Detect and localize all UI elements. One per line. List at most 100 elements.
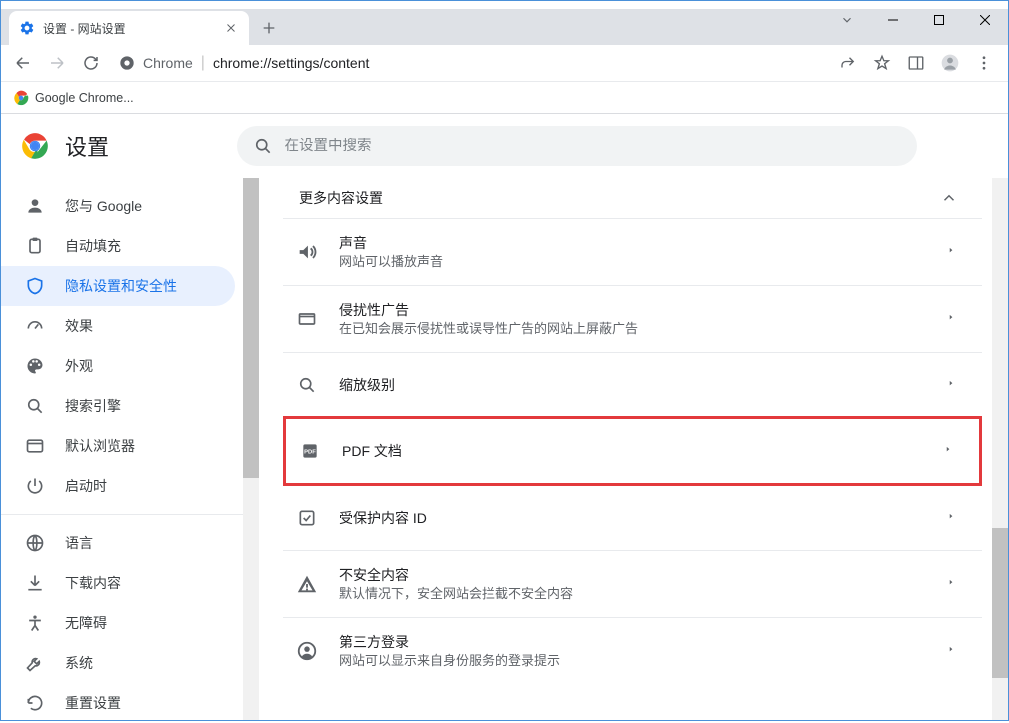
sidebar-item-autofill[interactable]: 自动填充 [1, 226, 235, 266]
chevron-right-icon [949, 644, 958, 658]
chevron-right-icon [949, 577, 958, 591]
clipboard-icon [25, 236, 45, 256]
sidebar-item-label: 无障碍 [65, 613, 107, 633]
sidebar-item-label: 语言 [65, 533, 93, 553]
setting-title: PDF 文档 [342, 441, 926, 461]
chevron-down-icon[interactable] [824, 5, 870, 35]
sidebar-item-privacy-security[interactable]: 隐私设置和安全性 [1, 266, 235, 306]
content-scrollbar[interactable] [992, 178, 1008, 720]
search-input[interactable] [285, 138, 901, 154]
wrench-icon [25, 653, 45, 673]
reload-button[interactable] [77, 49, 105, 77]
chrome-favicon [13, 90, 29, 106]
sidebar-item-label: 自动填充 [65, 236, 121, 256]
svg-text:PDF: PDF [304, 450, 316, 456]
chevron-right-icon [949, 378, 958, 392]
tab-strip: 设置 - 网站设置 [1, 9, 1008, 45]
chevron-right-icon [949, 312, 958, 326]
warning-icon [295, 572, 319, 596]
sidebar-scrollbar[interactable] [243, 178, 259, 720]
sidebar-item-label: 系统 [65, 653, 93, 673]
chevron-right-icon [949, 511, 958, 525]
sidebar-item-label: 隐私设置和安全性 [65, 276, 177, 296]
setting-title: 侵扰性广告 [339, 300, 929, 320]
chevron-up-icon [940, 189, 958, 207]
setting-row-pdf[interactable]: PDF PDF 文档 [286, 419, 979, 483]
restore-icon [25, 693, 45, 713]
side-panel-icon[interactable] [904, 51, 928, 75]
bookmark-item[interactable]: Google Chrome... [13, 90, 134, 106]
accessibility-icon [25, 613, 45, 633]
setting-row-sound[interactable]: 声音 网站可以播放声音 [283, 218, 982, 285]
settings-search-box[interactable] [237, 126, 917, 166]
sidebar-item-label: 启动时 [65, 476, 107, 496]
forward-button[interactable] [43, 49, 71, 77]
bookmark-label: Google Chrome... [35, 91, 134, 105]
sidebar-item-reset[interactable]: 重置设置 [1, 683, 235, 723]
sidebar-item-search-engine[interactable]: 搜索引擎 [1, 386, 235, 426]
sidebar-item-performance[interactable]: 效果 [1, 306, 235, 346]
search-icon [253, 136, 273, 156]
chevron-right-icon [949, 245, 958, 259]
sidebar-item-default-browser[interactable]: 默认浏览器 [1, 426, 235, 466]
addr-url: chrome://settings/content [213, 55, 369, 71]
setting-row-zoom[interactable]: 缩放级别 [283, 352, 982, 416]
sidebar-item-label: 外观 [65, 356, 93, 376]
sidebar-item-on-startup[interactable]: 启动时 [1, 466, 235, 506]
sidebar-item-label: 搜索引擎 [65, 396, 121, 416]
setting-desc: 默认情况下，安全网站会拦截不安全内容 [339, 585, 929, 603]
page-header: 设置 [1, 114, 1008, 178]
search-icon [25, 396, 45, 416]
sidebar-item-accessibility[interactable]: 无障碍 [1, 603, 235, 643]
setting-title: 第三方登录 [339, 632, 929, 652]
bookmark-bar: Google Chrome... [1, 82, 1008, 114]
power-icon [25, 476, 45, 496]
download-icon [25, 573, 45, 593]
sidebar-item-languages[interactable]: 语言 [1, 523, 235, 563]
setting-desc: 网站可以显示来自身份服务的登录提示 [339, 652, 929, 670]
profile-avatar-icon[interactable] [938, 51, 962, 75]
setting-row-third-party-signin[interactable]: 第三方登录 网站可以显示来自身份服务的登录提示 [283, 617, 982, 684]
page-title: 设置 [65, 130, 109, 162]
sidebar-item-system[interactable]: 系统 [1, 643, 235, 683]
gear-icon [19, 20, 35, 36]
sidebar-item-label: 重置设置 [65, 693, 121, 713]
bookmark-star-icon[interactable] [870, 51, 894, 75]
addr-origin: Chrome [143, 55, 193, 71]
share-icon[interactable] [836, 51, 860, 75]
sidebar-item-label: 默认浏览器 [65, 436, 135, 456]
content-area: 更多内容设置 声音 网站可以播放声音 侵扰性广告 在已知会展示侵扰性或误导性广告… [259, 178, 992, 720]
address-bar: Chrome | chrome://settings/content [1, 45, 1008, 82]
back-button[interactable] [9, 49, 37, 77]
close-window-button[interactable] [962, 5, 1008, 35]
sidebar-item-label: 下载内容 [65, 573, 121, 593]
sidebar-item-you-and-google[interactable]: 您与 Google [1, 186, 235, 226]
setting-title: 受保护内容 ID [339, 508, 929, 528]
sidebar-item-label: 效果 [65, 316, 93, 336]
setting-row-intrusive-ads[interactable]: 侵扰性广告 在已知会展示侵扰性或误导性广告的网站上屏蔽广告 [283, 285, 982, 352]
globe-icon [25, 533, 45, 553]
close-tab-icon[interactable] [223, 20, 239, 36]
tab-title: 设置 - 网站设置 [43, 20, 215, 37]
sidebar-item-label: 您与 Google [65, 196, 142, 216]
sidebar-item-downloads[interactable]: 下载内容 [1, 563, 235, 603]
setting-row-insecure-content[interactable]: 不安全内容 默认情况下，安全网站会拦截不安全内容 [283, 550, 982, 617]
kebab-menu-icon[interactable] [972, 51, 996, 75]
minimize-button[interactable] [870, 5, 916, 35]
maximize-button[interactable] [916, 5, 962, 35]
setting-title: 不安全内容 [339, 565, 929, 585]
palette-icon [25, 356, 45, 376]
chevron-right-icon [946, 444, 955, 458]
setting-row-protected-content[interactable]: 受保护内容 ID [283, 486, 982, 550]
address-field[interactable]: Chrome | chrome://settings/content [111, 49, 830, 77]
sidebar-item-appearance[interactable]: 外观 [1, 346, 235, 386]
setting-desc: 网站可以播放声音 [339, 253, 929, 271]
section-title: 更多内容设置 [299, 188, 383, 208]
new-tab-button[interactable] [255, 14, 283, 42]
pdf-icon: PDF [298, 439, 322, 463]
account-circle-icon [295, 639, 319, 663]
zoom-icon [295, 373, 319, 397]
browser-tab[interactable]: 设置 - 网站设置 [9, 11, 249, 45]
browser-icon [25, 436, 45, 456]
section-header-more-content[interactable]: 更多内容设置 [283, 178, 982, 218]
